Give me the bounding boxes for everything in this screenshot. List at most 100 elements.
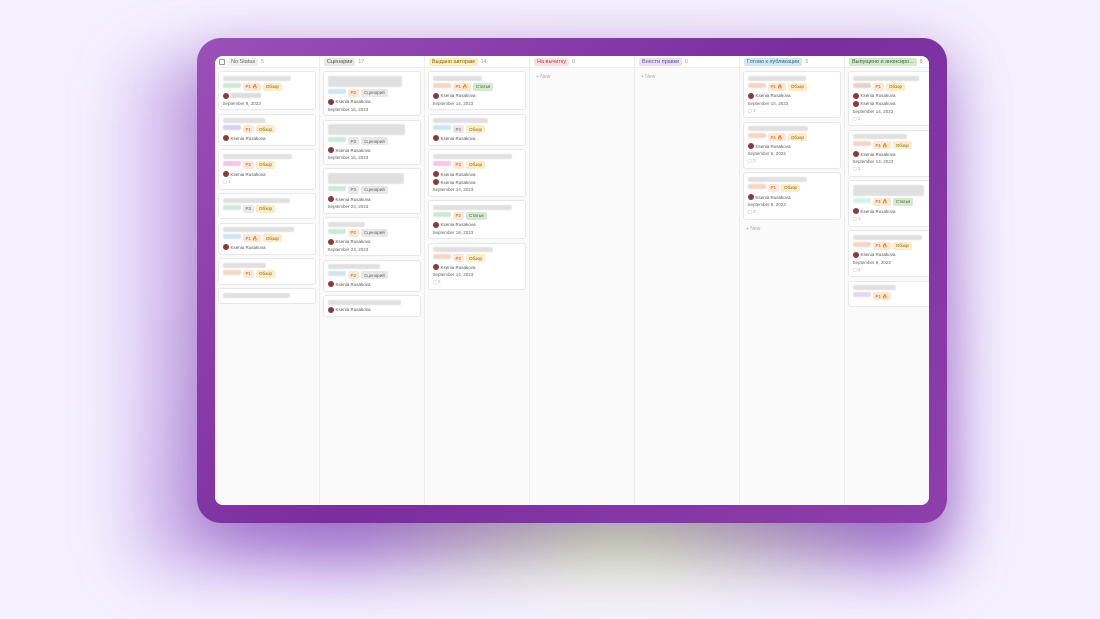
assignee-name: Ksenia Rusakova	[441, 136, 476, 141]
tag: P1 🔥	[243, 234, 261, 242]
tag	[223, 83, 241, 88]
card-tags: P2Сценарий	[328, 229, 417, 237]
column-header[interactable]: No Status5	[215, 56, 319, 68]
assignee-name: Ksenia Rusakova	[861, 152, 896, 157]
card-date: September 14, 2023	[433, 272, 522, 277]
card-title-blurred	[328, 124, 405, 135]
kanban-card[interactable]: P1 🔥ОбзорKsenia RusakovaSeptember 14, 20…	[848, 130, 929, 177]
tag	[223, 161, 241, 166]
card-title-blurred	[328, 264, 380, 269]
card-assignee: Ksenia Rusakova	[853, 252, 930, 258]
tag: P2	[243, 161, 255, 169]
column-header[interactable]: Сценарии17	[320, 56, 424, 68]
card-comments: ▢ 1	[853, 216, 930, 222]
tag	[853, 242, 871, 247]
tag	[433, 125, 451, 130]
card-tags: P1Обзор	[223, 270, 312, 278]
kanban-card[interactable]: P1ОбзорKsenia RusakovaKsenia RusakovaSep…	[848, 71, 929, 126]
kanban-card[interactable]: P1 🔥Обзор September 9, 2023	[218, 71, 316, 110]
kanban-card[interactable]: P1 🔥ОбзорKsenia RusakovaSeptember 14, 20…	[743, 71, 841, 118]
assignee-name: Ksenia Rusakova	[441, 93, 476, 98]
card-assignee: Ksenia Rusakova	[748, 93, 837, 99]
kanban-card[interactable]: P3СценарийKsenia RusakovaSeptember 23, 2…	[323, 168, 421, 213]
column-body: P1Обзор Ksenia Rusakova Ksenia Rusakova Sep…	[845, 68, 929, 505]
column-body: P1 🔥СтатьяKsenia RusakovaSeptember 14, 2…	[425, 68, 529, 505]
kanban-card[interactable]: P2ОбзорKsenia Rusakova▢ 1	[218, 149, 316, 189]
card-comments: ▢ 3	[853, 267, 930, 273]
card-title-blurred	[328, 76, 403, 87]
tag: P1 🔥	[873, 292, 891, 300]
card-assignee: Ksenia Rusakova	[328, 196, 417, 202]
kanban-card[interactable]: P1 🔥ОбзорKsenia Rusakova	[218, 223, 316, 255]
avatar-icon	[223, 93, 229, 99]
kanban-card[interactable]: P2ОбзорKsenia RusakovaSeptember 14, 2023…	[428, 243, 526, 290]
tag: P1 🔥	[873, 141, 891, 149]
column-header[interactable]: Внести правки0	[635, 56, 739, 68]
kanban-card[interactable]: P2СценарийKsenia RusakovaSeptember 23, 2…	[323, 217, 421, 256]
card-assignee: Ksenia Rusakova	[433, 179, 522, 185]
card-tags: P1Обзор	[853, 83, 930, 91]
card-comments: ▢ 1	[223, 179, 312, 185]
kanban-card[interactable]: P1ОбзорKsenia RusakovaSeptember 8, 2023▢…	[743, 172, 841, 219]
kanban-card[interactable]: P2СценарийKsenia Rusakova	[323, 260, 421, 292]
tag	[748, 83, 766, 88]
tag	[223, 270, 241, 275]
tag: Сценарий	[361, 271, 388, 279]
tag: Обзор	[263, 83, 282, 91]
card-title-blurred	[748, 76, 807, 81]
tag: P1 🔥	[243, 83, 261, 91]
card-assignee: Ksenia Rusakova	[328, 307, 417, 313]
column-header[interactable]: На вычитку0	[530, 56, 634, 68]
avatar-icon	[328, 307, 334, 313]
card-date: September 23, 2023	[328, 247, 417, 252]
tag: P1	[243, 270, 255, 278]
card-assignee: Ksenia Rusakova	[433, 264, 522, 270]
assignee-name: Ksenia Rusakova	[756, 93, 791, 98]
column-header[interactable]: Выдано авторам14	[425, 56, 529, 68]
card-date: September 9, 2023	[223, 101, 312, 106]
assignee-name: Ksenia Rusakova	[336, 148, 371, 153]
tag: Сценарий	[361, 89, 388, 97]
card-title-blurred	[223, 227, 295, 232]
avatar-icon	[328, 99, 334, 105]
tag: Обзор	[256, 205, 275, 213]
kanban-card[interactable]: Ksenia Rusakova	[323, 295, 421, 317]
avatar-icon	[328, 196, 334, 202]
kanban-card[interactable]	[218, 288, 316, 304]
kanban-column: Готово к публикации5 P1 🔥ОбзорKsenia Rusa…	[740, 56, 845, 505]
kanban-card[interactable]: P1 🔥ОбзорKsenia RusakovaSeptember 5, 202…	[743, 122, 841, 169]
card-tags: P2Сценарий	[328, 89, 417, 97]
card-tags: P2Обзор	[223, 161, 312, 169]
column-body: P1 🔥ОбзорKsenia RusakovaSeptember 14, 20…	[740, 68, 844, 505]
kanban-card[interactable]: P1 🔥СтатьяKsenia RusakovaSeptember 14, 2…	[428, 71, 526, 110]
tag: P1 🔥	[768, 133, 786, 141]
card-tags: P2Статья	[433, 212, 522, 220]
new-card-button[interactable]: + New	[743, 223, 841, 235]
column-header[interactable]: Готово к публикации5	[740, 56, 844, 68]
card-tags: P1 🔥Статья	[853, 198, 930, 206]
kanban-card[interactable]: P2СтатьяKsenia RusakovaSeptember 18, 202…	[428, 200, 526, 239]
new-card-button[interactable]: + New	[533, 71, 631, 83]
kanban-card[interactable]: P2ОбзорKsenia RusakovaKsenia RusakovaSep…	[428, 149, 526, 196]
tag: P1	[873, 83, 885, 91]
assignee-name: Ksenia Rusakova	[861, 252, 896, 257]
kanban-card[interactable]: P1 🔥СтатьяKsenia Rusakova▢ 1	[848, 180, 929, 226]
avatar-icon	[853, 93, 859, 99]
kanban-card[interactable]: P2СценарийKsenia RusakovaSeptember 16, 2…	[323, 71, 421, 116]
card-date: September 14, 2023	[853, 159, 930, 164]
tag: Обзор	[256, 270, 275, 278]
new-card-button[interactable]: + New	[638, 71, 736, 83]
kanban-card[interactable]: P1 🔥	[848, 281, 929, 307]
assignee-name: Ksenia Rusakova	[756, 195, 791, 200]
card-comments: ▢ 3	[748, 209, 837, 215]
kanban-card[interactable]: P1 🔥ОбзорKsenia RusakovaSeptember 9, 202…	[848, 230, 929, 277]
kanban-card[interactable]: P3СценарийKsenia RusakovaSeptember 16, 2…	[323, 120, 421, 165]
kanban-board: No Status5P1 🔥ОбзорSeptember 9, 2023P1Об…	[215, 56, 929, 505]
kanban-card[interactable]: P1ОбзорKsenia Rusakova	[218, 114, 316, 146]
kanban-card[interactable]: P3Обзор	[218, 193, 316, 219]
kanban-card[interactable]: P1Обзор	[218, 258, 316, 284]
tag	[328, 186, 346, 191]
card-title-blurred	[223, 76, 291, 81]
kanban-card[interactable]: P3ОбзорKsenia Rusakova	[428, 114, 526, 146]
column-header[interactable]: Выпущено и анонсиро...8	[845, 56, 929, 68]
